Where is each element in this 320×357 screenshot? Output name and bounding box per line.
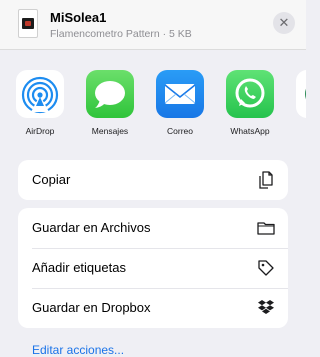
app-whatsapp[interactable]: WhatsApp xyxy=(218,70,282,136)
app-partial[interactable]: C xyxy=(288,70,306,136)
edit-actions-link[interactable]: Editar acciones... xyxy=(32,343,124,357)
app-label: WhatsApp xyxy=(230,126,270,136)
action-label: Añadir etiquetas xyxy=(32,260,126,275)
action-save-dropbox[interactable]: Guardar en Dropbox xyxy=(18,288,288,328)
app-label: Mensajes xyxy=(91,126,129,136)
app-airdrop[interactable]: AirDrop xyxy=(8,70,72,136)
file-name: MiSolea1 xyxy=(50,10,107,25)
app-icon xyxy=(296,70,306,118)
copy-group: Copiar xyxy=(18,160,288,200)
tag-icon xyxy=(258,260,274,276)
messages-icon xyxy=(86,70,134,118)
app-label: AirDrop xyxy=(25,126,55,136)
file-thumbnail xyxy=(18,9,38,38)
action-add-tags[interactable]: Añadir etiquetas xyxy=(18,248,288,288)
copy-icon xyxy=(259,171,273,189)
app-label: Correo xyxy=(167,126,193,136)
share-apps-row[interactable]: AirDrop Mensajes Correo WhatsApp xyxy=(0,50,306,142)
action-label: Copiar xyxy=(32,172,71,187)
folder-icon xyxy=(257,222,275,235)
share-sheet-header: MiSolea1 Flamencometro Pattern · 5 KB ✕ xyxy=(0,0,306,50)
airdrop-icon xyxy=(16,70,64,118)
close-button[interactable]: ✕ xyxy=(273,12,295,34)
action-save-files[interactable]: Guardar en Archivos xyxy=(18,208,288,248)
action-copy[interactable]: Copiar xyxy=(18,160,288,200)
file-subtitle: Flamencometro Pattern · 5 KB xyxy=(50,28,192,40)
actions-group: Guardar en Archivos Añadir etiquetas Gua… xyxy=(18,208,288,328)
app-messages[interactable]: Mensajes xyxy=(78,70,142,136)
dropbox-icon xyxy=(258,300,274,314)
app-mail[interactable]: Correo xyxy=(148,70,212,136)
mail-icon xyxy=(156,70,204,118)
action-label: Guardar en Archivos xyxy=(32,220,151,235)
app-label: C xyxy=(288,126,306,136)
action-label: Guardar en Dropbox xyxy=(32,300,151,315)
whatsapp-icon xyxy=(226,70,274,118)
